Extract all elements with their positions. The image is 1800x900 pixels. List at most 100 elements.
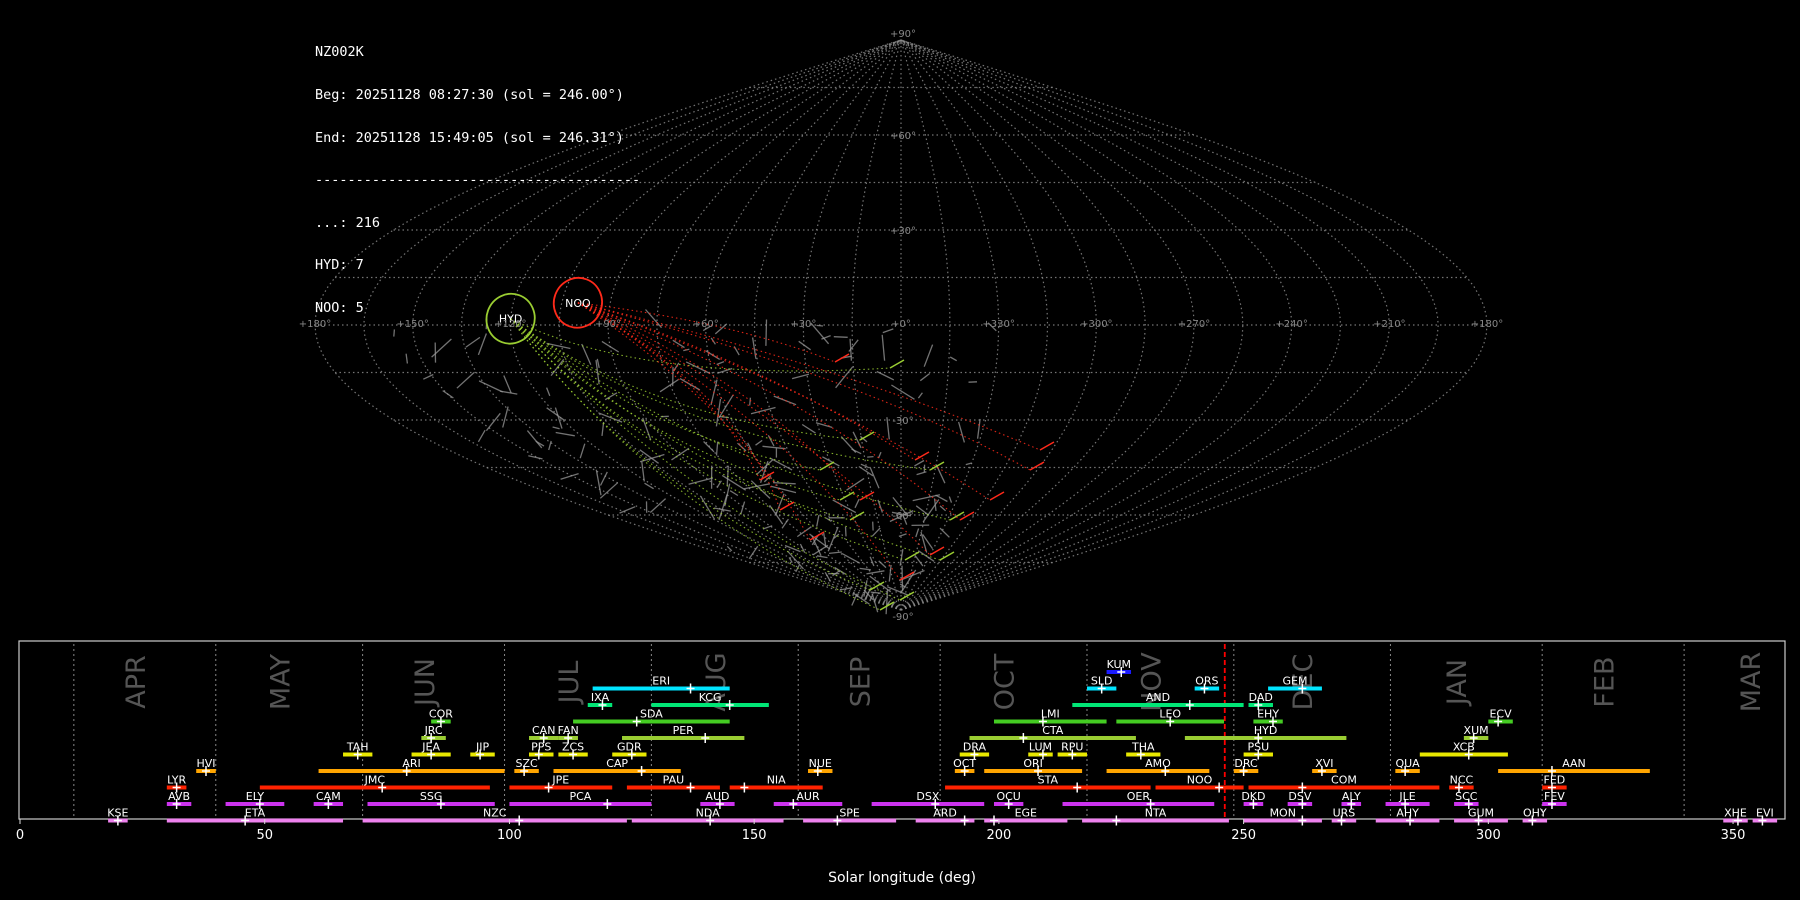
shower-label: FAN — [558, 724, 579, 737]
shower-trajectory — [510, 318, 881, 611]
month-label: FEB — [1590, 656, 1621, 707]
month-label: JUL — [554, 661, 585, 706]
sporadic-meteor-track — [809, 533, 831, 550]
shower-label: ECV — [1489, 708, 1512, 721]
longitude-label: +240° — [1275, 319, 1307, 330]
shower-label: ORI — [1023, 757, 1043, 770]
sporadic-meteor-track — [965, 462, 972, 466]
shower-label: KSE — [107, 807, 128, 820]
sporadic-meteor-track — [545, 387, 551, 397]
sporadic-meteor-track — [816, 555, 828, 559]
sporadic-meteor-track — [431, 338, 452, 358]
sporadic-meteor-track — [762, 445, 786, 450]
sporadic-meteor-track — [869, 467, 880, 489]
end-time: End: 20251128 15:49:05 (sol = 246.31°) — [315, 129, 624, 146]
longitude-label: +180° — [1471, 319, 1503, 330]
shower-meteor-track — [889, 359, 905, 369]
shower-trajectory — [510, 318, 871, 591]
begin-time: Beg: 20251128 08:27:30 (sol = 246.00°) — [315, 87, 624, 104]
shower-label: THA — [1131, 741, 1155, 754]
shower-label: OCT — [953, 757, 976, 770]
sporadic-meteor-track — [762, 525, 773, 530]
sporadic-meteor-track — [546, 342, 571, 350]
sporadic-meteor-track — [798, 340, 811, 351]
shower-label: DAD — [1249, 691, 1273, 704]
shower-label: FED — [1544, 774, 1566, 787]
shower-meteor-track — [819, 461, 835, 471]
shower-label: FEV — [1544, 790, 1565, 803]
sporadic-meteor-track — [899, 548, 904, 566]
shower-label: SLD — [1091, 675, 1113, 688]
sporadic-meteor-track — [923, 344, 934, 367]
shower-label: JIP — [475, 741, 489, 754]
shower-label: NTA — [1145, 807, 1167, 820]
sporadic-meteor-track — [726, 545, 733, 552]
sporadic-meteor-track — [502, 406, 509, 428]
shower-label: SCC — [1455, 790, 1478, 803]
shower-label: GEM — [1283, 675, 1308, 688]
sporadic-meteor-track — [841, 553, 861, 564]
shower-meteor-track — [989, 491, 1005, 501]
shower-label: OCU — [996, 790, 1020, 803]
shower-label: JRC — [424, 724, 443, 737]
shower-label: ERI — [652, 675, 670, 688]
shower-label: AUD — [705, 790, 729, 803]
sporadic-meteor-track — [816, 514, 820, 527]
sporadic-meteor-track — [465, 336, 481, 348]
shower-label: LUM — [1029, 741, 1052, 754]
latitude-label: +60° — [890, 131, 916, 142]
sporadic-meteor-track — [846, 477, 865, 491]
sporadic-meteor-track — [755, 439, 763, 446]
sporadic-meteor-track — [770, 485, 797, 494]
sporadic-meteor-track — [477, 333, 488, 356]
shower-meteor-track — [849, 511, 865, 521]
sporadic-meteor-track — [598, 412, 623, 423]
shower-meteor-track — [859, 431, 875, 441]
sporadic-meteor-track — [949, 356, 958, 362]
x-tick-label: 100 — [497, 828, 522, 843]
shower-label: CAM — [316, 790, 341, 803]
sporadic-meteor-track — [405, 353, 409, 364]
shower-label: AVB — [168, 790, 190, 803]
sporadic-meteor-track — [877, 451, 882, 459]
sky-meteor-tracks — [393, 302, 1055, 615]
shower-label: LMI — [1041, 708, 1060, 721]
x-tick-label: 250 — [1231, 828, 1256, 843]
shower-label: KUM — [1107, 658, 1131, 671]
month-label: MAY — [265, 653, 296, 710]
sporadic-meteor-track — [599, 482, 619, 499]
shower-label: XHE — [1724, 807, 1747, 820]
month-label: SEP — [846, 657, 877, 707]
shower-meteor-track — [929, 461, 945, 471]
shower-label: OER — [1127, 790, 1151, 803]
sporadic-meteor-track — [715, 441, 719, 456]
sporadic-meteor-track — [750, 480, 771, 499]
shower-label: ORS — [1195, 675, 1218, 688]
shower-label: CAN — [532, 724, 555, 737]
sporadic-meteor-track — [721, 474, 747, 491]
shower-meteor-track — [1029, 461, 1045, 471]
longitude-label: +30° — [790, 319, 816, 330]
sporadic-meteor-track — [595, 469, 602, 496]
shower-label: TAH — [346, 741, 369, 754]
sporadic-meteor-track — [917, 392, 923, 399]
longitude-label: +330° — [982, 319, 1014, 330]
sporadic-meteor-track — [478, 380, 503, 393]
shower-trajectory — [577, 302, 961, 521]
sporadic-meteor-track — [749, 397, 752, 406]
shower-trajectory — [510, 318, 861, 441]
sporadic-meteor-track — [851, 448, 862, 455]
sporadic-meteor-track — [548, 440, 552, 451]
shower-label: CAP — [606, 757, 628, 770]
sporadic-meteor-track — [915, 528, 920, 538]
longitude-label: +60° — [693, 319, 719, 330]
shower-label: COR — [429, 708, 453, 721]
shower-label: AAN — [1562, 757, 1586, 770]
longitude-label: +270° — [1178, 319, 1210, 330]
sporadic-meteor-track — [737, 442, 747, 452]
shower-label: RPU — [1061, 741, 1083, 754]
shower-label: PCA — [569, 790, 591, 803]
sporadic-meteor-track — [716, 360, 725, 366]
sporadic-meteor-track — [957, 421, 966, 443]
sporadic-meteor-track — [560, 472, 579, 480]
